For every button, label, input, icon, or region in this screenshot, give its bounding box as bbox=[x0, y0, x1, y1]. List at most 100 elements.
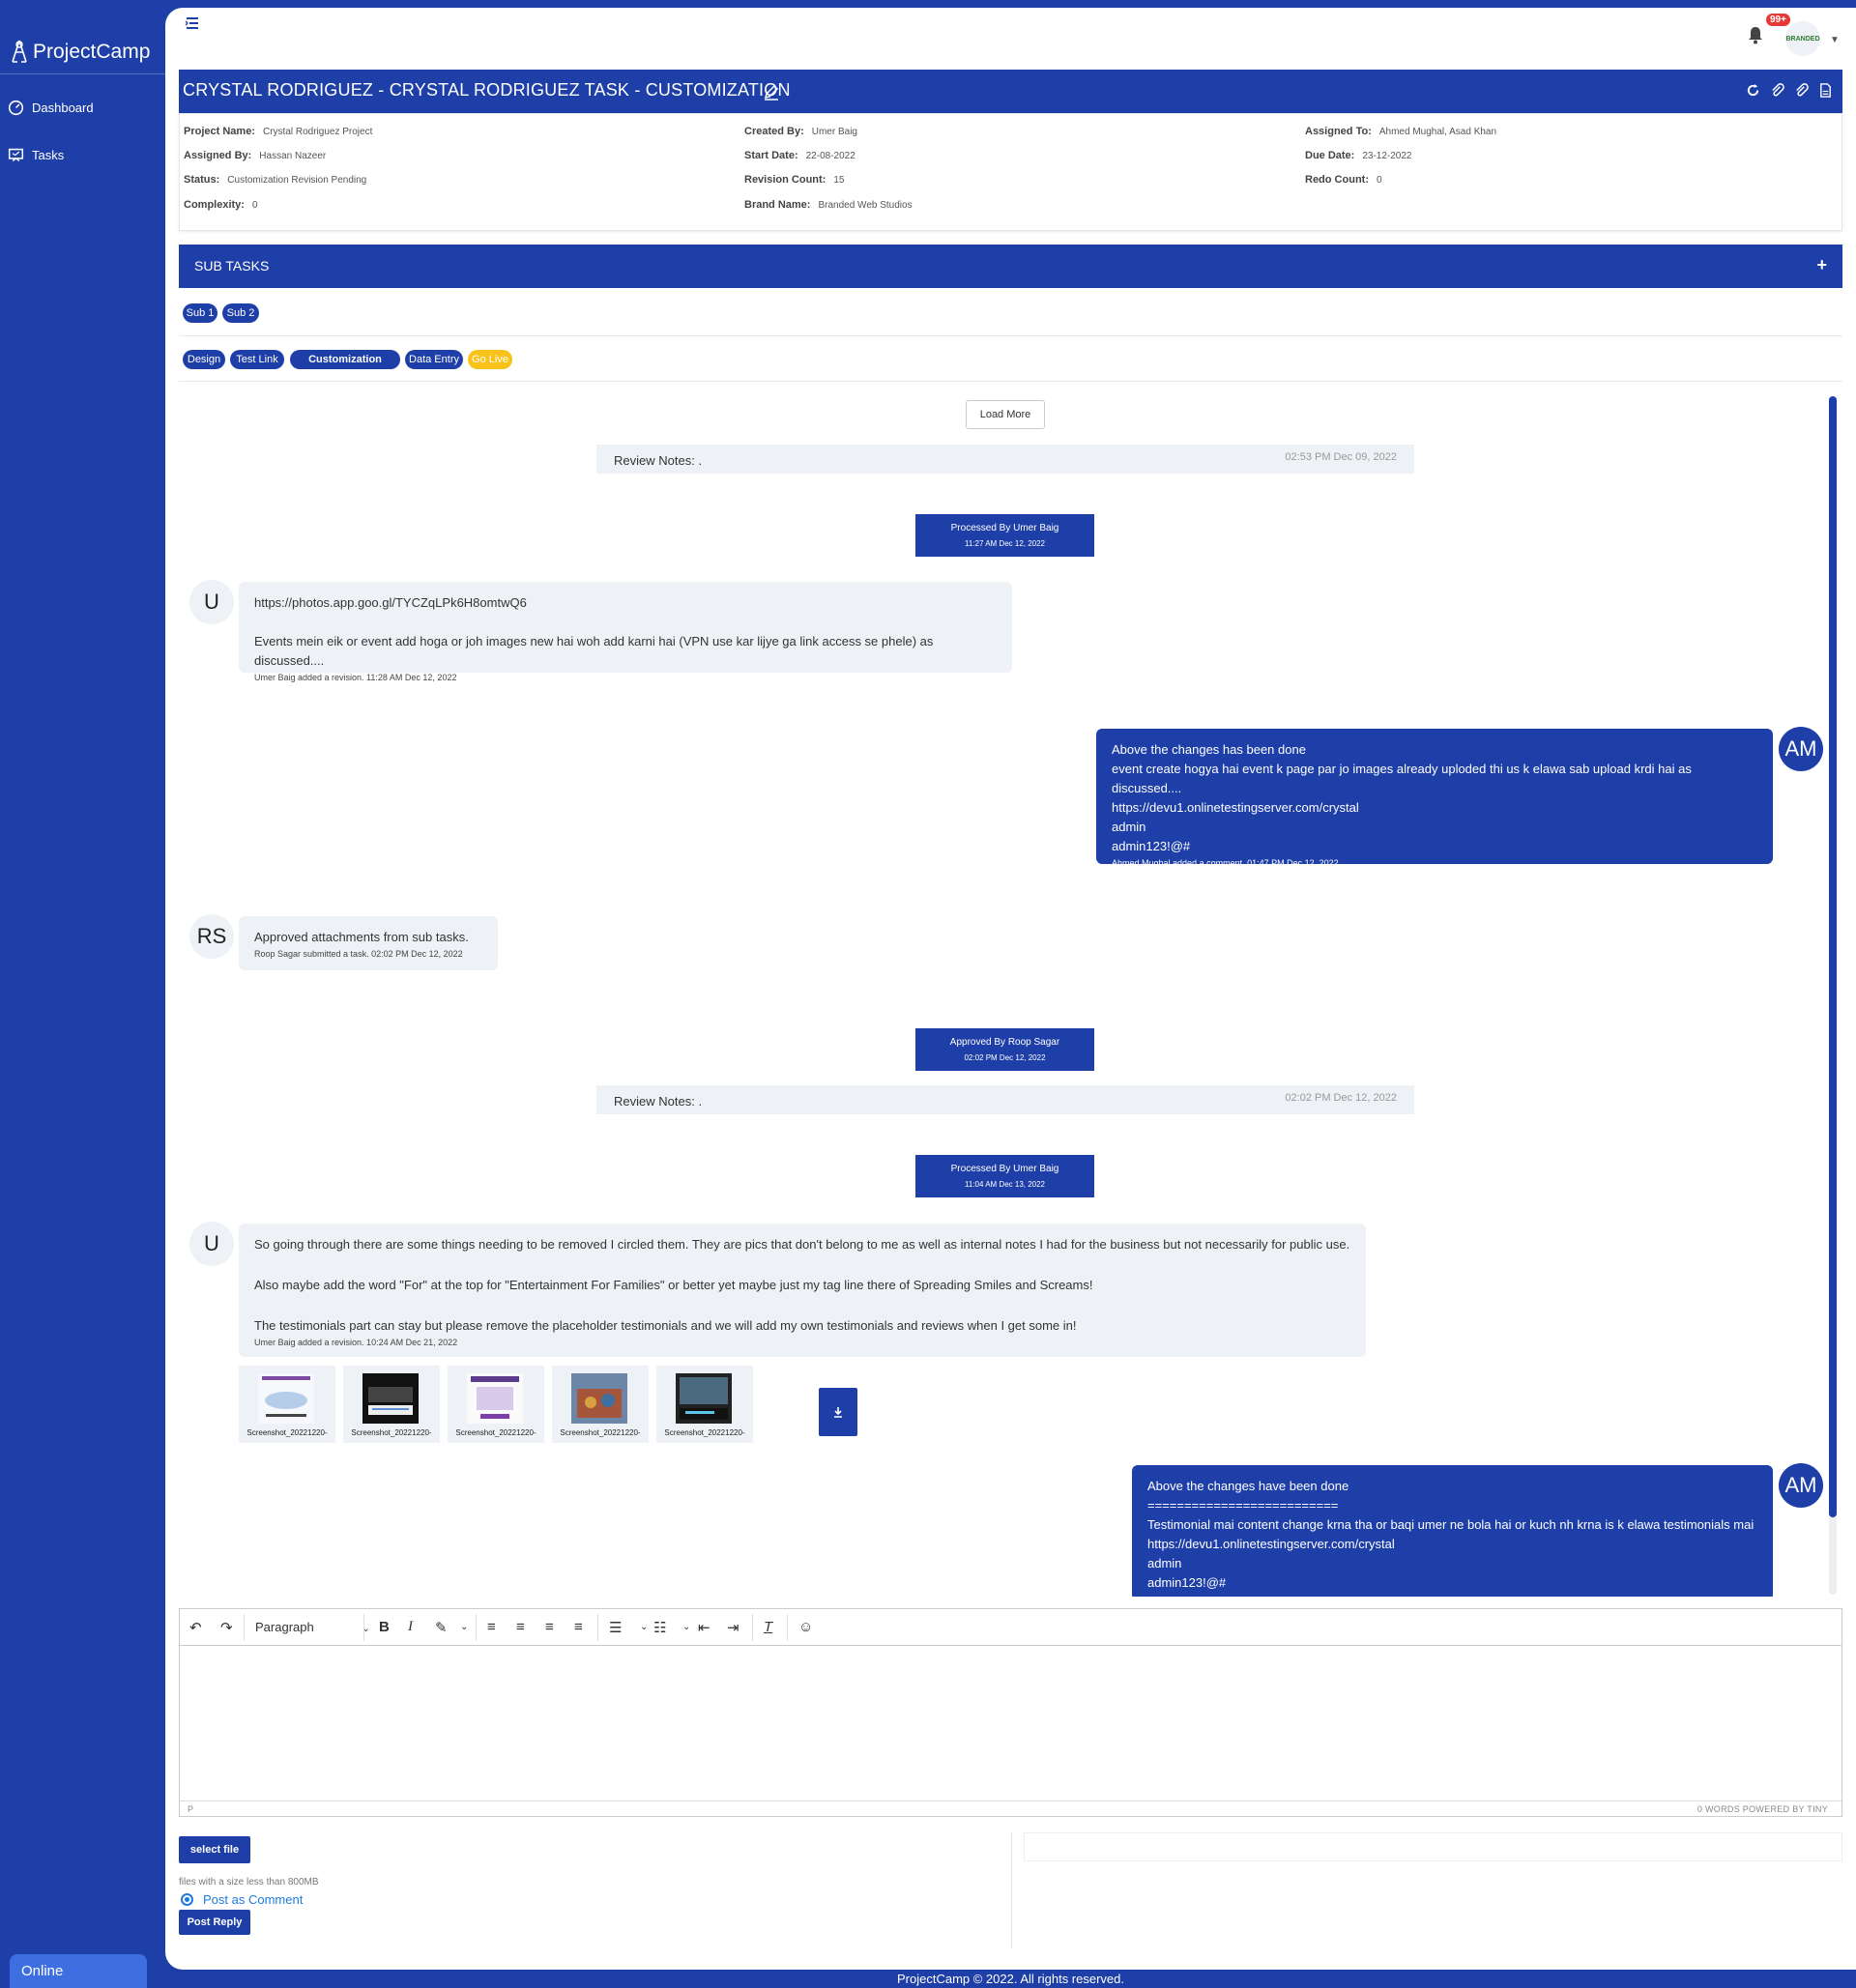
scrollbar-thumb[interactable] bbox=[1829, 396, 1837, 1517]
rich-text-editor[interactable]: ↶ ↷ Paragraph ⌄ B I ✎ ⌄ ≡ ≡ ≡ ≡ ☰ ⌄ ☷ ⌄ … bbox=[179, 1608, 1842, 1817]
vertical-divider bbox=[1011, 1832, 1012, 1948]
chevron-down-icon[interactable]: ▼ bbox=[1830, 35, 1840, 45]
bold-icon[interactable]: B bbox=[379, 1619, 390, 1635]
download-all-button[interactable] bbox=[819, 1388, 857, 1436]
attachment-thumbnail[interactable]: Screenshot_20221220- bbox=[448, 1366, 544, 1443]
attachment-thumbnail[interactable]: Screenshot_20221220- bbox=[656, 1366, 753, 1443]
message-text: admin123!@# bbox=[1147, 1575, 1227, 1590]
sidebar-item-tasks[interactable]: Tasks bbox=[8, 147, 64, 163]
topbar: 99+ BRANDED ▼ bbox=[165, 8, 1856, 66]
field-brand-name: Brand Name: Branded Web Studios bbox=[744, 199, 913, 211]
undo-icon[interactable]: ↶ bbox=[189, 1619, 202, 1636]
edit-icon[interactable] bbox=[763, 83, 780, 101]
message-bubble: Above the changes has been done event cr… bbox=[1096, 729, 1773, 868]
field-created-by: Created By: Umer Baig bbox=[744, 126, 857, 137]
sub-tab-1[interactable]: Sub 1 bbox=[183, 303, 218, 323]
bullet-list-icon[interactable]: ☰ bbox=[609, 1619, 622, 1636]
online-status[interactable]: Online bbox=[10, 1954, 147, 1988]
numbered-list-icon[interactable]: ☷ bbox=[653, 1619, 666, 1636]
attachment-thumbnail[interactable]: Screenshot_20221220- bbox=[343, 1366, 440, 1443]
message-bubble: https://photos.app.goo.gl/TYCZqLPk6H8omt… bbox=[239, 582, 1012, 682]
attachment-icon-2[interactable] bbox=[1794, 83, 1809, 98]
highlight-icon[interactable]: ✎ bbox=[435, 1619, 448, 1636]
dashboard-icon bbox=[8, 100, 24, 116]
app-logo[interactable]: ProjectCamp bbox=[10, 39, 150, 66]
toolbar-separator bbox=[752, 1614, 753, 1641]
processed-badge: Processed By Umer Baig 11:27 AM Dec 12, … bbox=[915, 514, 1094, 557]
attachment-filename: Screenshot_20221220- bbox=[351, 1428, 432, 1437]
italic-icon[interactable]: I bbox=[408, 1619, 413, 1635]
attachment-thumbnail[interactable]: Screenshot_20221220- bbox=[239, 1366, 335, 1443]
bell-icon[interactable] bbox=[1747, 25, 1764, 44]
attachment-filename: Screenshot_20221220- bbox=[455, 1428, 536, 1437]
message-text: admin bbox=[1147, 1556, 1182, 1570]
sidebar-item-label: Dashboard bbox=[32, 101, 94, 115]
chevron-down-icon[interactable]: ⌄ bbox=[460, 1622, 468, 1632]
user-avatar[interactable]: BRANDED bbox=[1785, 21, 1820, 56]
menu-toggle-icon[interactable] bbox=[185, 15, 200, 31]
approved-badge: Approved By Roop Sagar 02:02 PM Dec 12, … bbox=[915, 1028, 1094, 1071]
subtasks-header: SUB TASKS + bbox=[179, 245, 1842, 288]
editor-body[interactable] bbox=[180, 1646, 1842, 1801]
feed-scrollbar[interactable] bbox=[1829, 396, 1837, 1595]
align-justify-icon[interactable]: ≡ bbox=[574, 1619, 583, 1635]
attachment-icon[interactable] bbox=[1770, 83, 1784, 98]
message-meta: Umer Baig added a revision. 10:24 AM Dec… bbox=[254, 1338, 458, 1347]
toolbar-separator bbox=[787, 1614, 788, 1641]
avatar: AM bbox=[1779, 1463, 1823, 1508]
message-link[interactable]: https://devu1.onlinetestingserver.com/cr… bbox=[1147, 1535, 1757, 1554]
message-meta: Roop Sagar submitted a task. 02:02 PM De… bbox=[254, 949, 463, 959]
message-text: event create hogya hai event k page par … bbox=[1112, 762, 1692, 795]
message-text: ========================== bbox=[1147, 1498, 1339, 1513]
message-link[interactable]: https://devu1.onlinetestingserver.com/cr… bbox=[1112, 798, 1757, 818]
message-text: Testimonial mai content change krna tha … bbox=[1147, 1517, 1754, 1532]
field-complexity: Complexity: 0 bbox=[184, 199, 258, 211]
stage-tab-data-entry[interactable]: Data Entry bbox=[405, 350, 463, 369]
avatar: U bbox=[189, 580, 234, 624]
sidebar: ProjectCamp Dashboard Tasks Online bbox=[0, 0, 165, 1988]
review-notes: Review Notes: . 02:53 PM Dec 09, 2022 bbox=[596, 445, 1414, 474]
editor-path: P bbox=[188, 1804, 194, 1814]
post-reply-button[interactable]: Post Reply bbox=[179, 1910, 250, 1935]
clear-format-icon[interactable]: T bbox=[764, 1619, 772, 1635]
chevron-down-icon[interactable]: ⌄ bbox=[682, 1622, 690, 1632]
upload-preview-box bbox=[1024, 1832, 1842, 1861]
stage-tab-design[interactable]: Design bbox=[183, 350, 225, 369]
screenshot-thumbnail-icon bbox=[362, 1373, 419, 1424]
review-notes-date: 02:53 PM Dec 09, 2022 bbox=[1285, 451, 1397, 463]
sub-tab-2[interactable]: Sub 2 bbox=[222, 303, 259, 323]
outdent-icon[interactable]: ⇤ bbox=[698, 1619, 710, 1636]
indent-icon[interactable]: ⇥ bbox=[727, 1619, 740, 1636]
sidebar-item-dashboard[interactable]: Dashboard bbox=[8, 100, 94, 116]
page-title: CRYSTAL RODRIGUEZ - CRYSTAL RODRIGUEZ TA… bbox=[183, 80, 791, 100]
avatar: AM bbox=[1779, 727, 1823, 771]
select-file-button[interactable]: select file bbox=[179, 1836, 250, 1863]
align-center-icon[interactable]: ≡ bbox=[516, 1619, 525, 1635]
stage-tab-test-link[interactable]: Test Link bbox=[230, 350, 284, 369]
document-icon[interactable] bbox=[1818, 83, 1833, 98]
radio-icon[interactable] bbox=[181, 1893, 193, 1906]
emoji-icon[interactable]: ☺ bbox=[798, 1619, 813, 1635]
load-more-button[interactable]: Load More bbox=[966, 400, 1045, 429]
attachment-filename: Screenshot_20221220- bbox=[560, 1428, 641, 1437]
refresh-icon[interactable] bbox=[1746, 83, 1760, 98]
chevron-down-icon[interactable]: ⌄ bbox=[640, 1622, 648, 1632]
field-start-date: Start Date: 22-08-2022 bbox=[744, 150, 856, 161]
add-subtask-button[interactable]: + bbox=[1816, 255, 1827, 275]
editor-word-count: 0 WORDS POWERED BY TINY bbox=[1696, 1804, 1828, 1814]
post-as-comment-option[interactable]: Post as Comment bbox=[181, 1892, 303, 1907]
tasks-icon bbox=[8, 148, 24, 161]
align-right-icon[interactable]: ≡ bbox=[545, 1619, 554, 1635]
message-bubble: Above the changes have been done =======… bbox=[1132, 1465, 1773, 1597]
message-text: Events mein eik or event add hoga or joh… bbox=[254, 634, 934, 668]
align-left-icon[interactable]: ≡ bbox=[487, 1619, 496, 1635]
message-link[interactable]: https://photos.app.goo.gl/TYCZqLPk6H8omt… bbox=[254, 593, 997, 613]
attachment-thumbnail[interactable]: Screenshot_20221220- bbox=[552, 1366, 649, 1443]
message-bubble: So going through there are some things n… bbox=[239, 1224, 1366, 1357]
activity-feed[interactable]: Load More Review Notes: . 02:53 PM Dec 0… bbox=[179, 390, 1842, 1597]
stage-tab-go-live[interactable]: Go Live bbox=[468, 350, 512, 369]
stage-tab-customization[interactable]: Customization bbox=[290, 350, 400, 369]
divider bbox=[179, 335, 1842, 336]
redo-icon[interactable]: ↷ bbox=[220, 1619, 233, 1636]
block-format-select[interactable]: Paragraph ⌄ bbox=[255, 1620, 370, 1634]
